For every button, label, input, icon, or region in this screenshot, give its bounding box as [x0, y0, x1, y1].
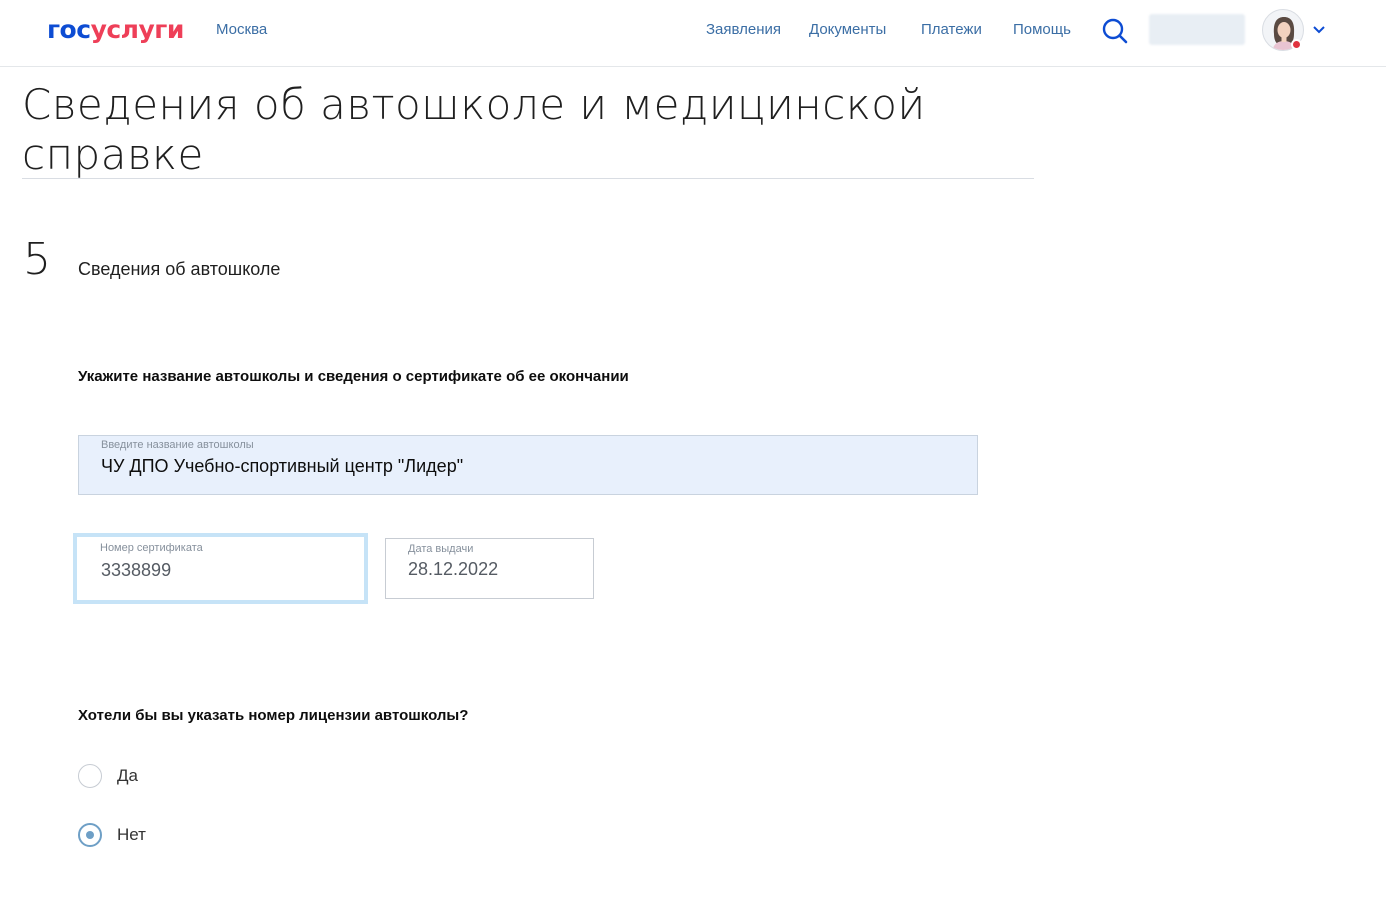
nav-documents[interactable]: Документы	[809, 20, 886, 40]
license-question-label: Хотели бы вы указать номер лицензии авто…	[78, 707, 469, 724]
school-question-label: Укажите название автошколы и сведения о …	[78, 368, 629, 385]
chevron-down-icon[interactable]	[1312, 22, 1326, 36]
step-number: 5	[23, 234, 51, 285]
nav-payments[interactable]: Платежи	[921, 20, 982, 40]
radio-yes[interactable]	[78, 764, 102, 788]
certificate-number-value[interactable]: 3338899	[101, 559, 171, 581]
step-title: Сведения об автошколе	[78, 259, 281, 279]
issue-date-value[interactable]: 28.12.2022	[408, 558, 498, 580]
issue-date-field[interactable]: Дата выдачи 28.12.2022	[385, 538, 594, 599]
certificate-number-label: Номер сертификата	[100, 542, 203, 554]
school-name-field[interactable]: Введите название автошколы ЧУ ДПО Учебно…	[78, 435, 978, 495]
search-icon[interactable]	[1101, 17, 1129, 45]
gosuslugi-logo[interactable]: госуслуги	[47, 14, 184, 46]
notification-dot	[1291, 39, 1302, 50]
city-selector[interactable]: Москва	[216, 20, 267, 40]
title-divider	[22, 178, 1034, 179]
radio-yes-label[interactable]: Да	[117, 766, 138, 786]
logo-part-2: услуги	[90, 15, 185, 44]
nav-help[interactable]: Помощь	[1013, 20, 1071, 40]
issue-date-label: Дата выдачи	[408, 543, 474, 555]
radio-no[interactable]	[78, 823, 102, 847]
nav-applications[interactable]: Заявления	[706, 20, 781, 40]
top-header: госуслуги Москва Заявления Документы Пла…	[0, 0, 1386, 67]
page-title: Сведения об автошколе и медицинской спра…	[22, 80, 926, 179]
certificate-number-field[interactable]: Номер сертификата 3338899	[73, 533, 368, 604]
user-name-blurred[interactable]	[1149, 14, 1245, 45]
logo-part-1: гос	[47, 15, 91, 44]
radio-no-label[interactable]: Нет	[117, 825, 146, 845]
school-name-label: Введите название автошколы	[101, 439, 254, 451]
school-name-value[interactable]: ЧУ ДПО Учебно-спортивный центр "Лидер"	[101, 455, 463, 477]
